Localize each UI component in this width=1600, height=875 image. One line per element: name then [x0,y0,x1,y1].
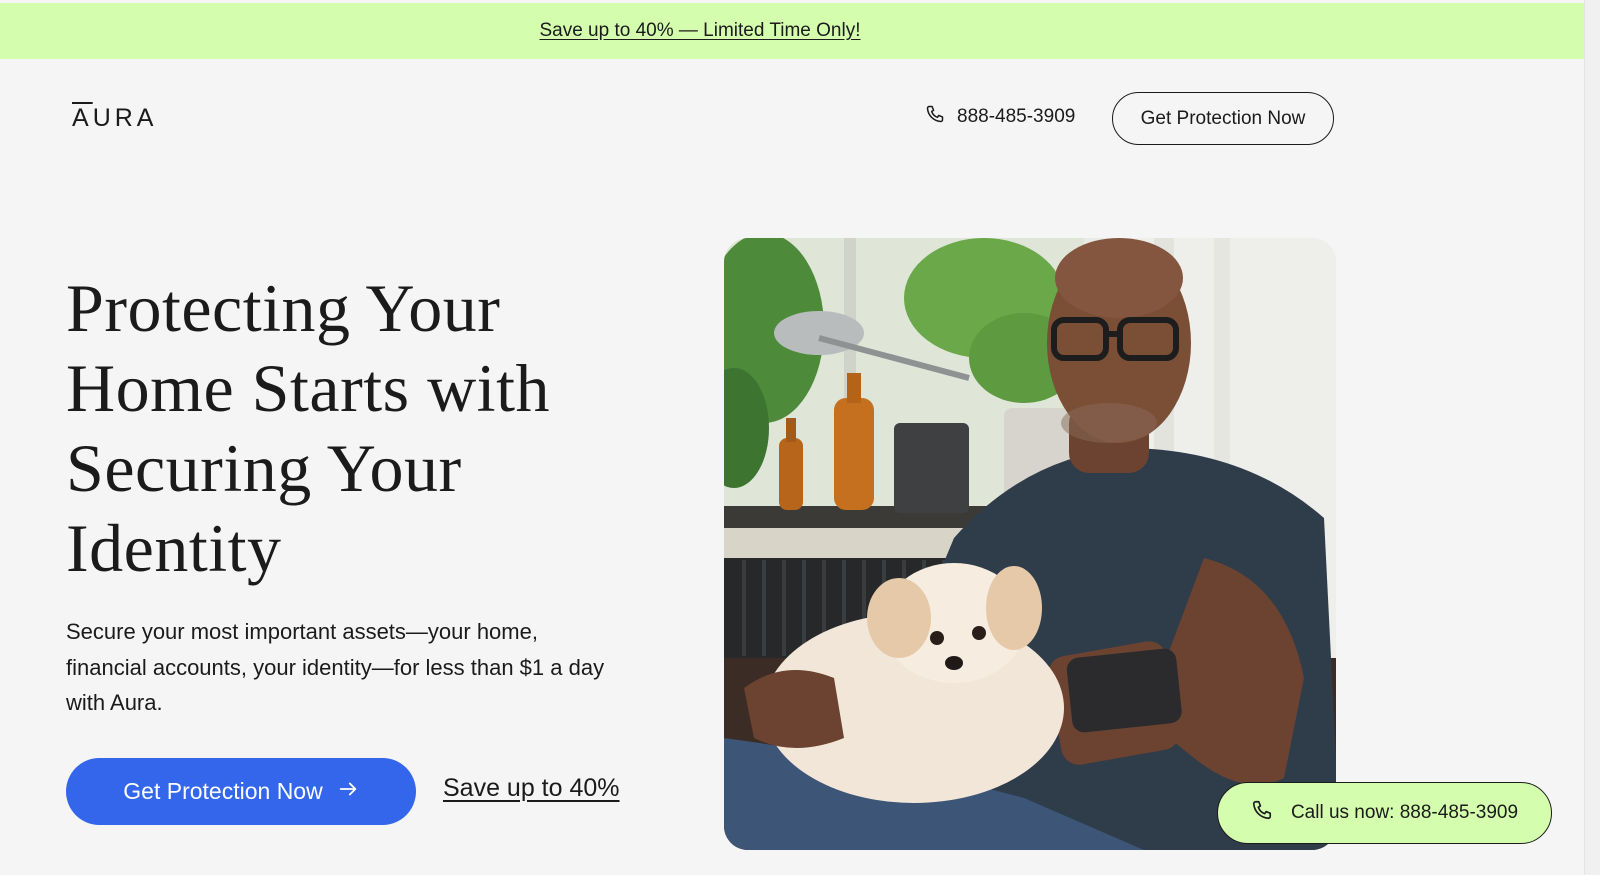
phone-icon [925,104,945,130]
header-phone-number: 888-485-3909 [957,106,1076,127]
header-phone[interactable]: 888-485-3909 [925,104,1075,130]
header-get-protection-button[interactable]: Get Protection Now [1112,92,1334,145]
logo-letter-a: A [72,104,93,132]
hero-get-protection-button[interactable]: Get Protection Now [66,758,416,825]
phone-icon [1251,799,1273,827]
aura-logo[interactable]: AURA [72,104,157,133]
save-up-to-40-link[interactable]: Save up to 40% [443,774,620,803]
hero-cta-label: Get Protection Now [123,778,323,804]
promo-link[interactable]: Save up to 40% — Limited Time Only! [539,20,860,42]
call-us-now-button[interactable]: Call us now: 888-485-3909 [1217,782,1552,844]
call-us-now-label: Call us now: 888-485-3909 [1290,802,1519,823]
hero-photo [724,238,1336,850]
logo-rest: URA [92,104,158,132]
promo-banner: Save up to 40% — Limited Time Only! [0,3,1584,59]
hero-subtitle: Secure your most important assets—your h… [66,619,605,715]
hero-title: Protecting Your Home Starts with Securin… [66,270,550,586]
scrollbar[interactable] [1584,0,1600,875]
arrow-right-icon [337,778,359,806]
page: Save up to 40% — Limited Time Only! AURA… [0,0,1600,875]
